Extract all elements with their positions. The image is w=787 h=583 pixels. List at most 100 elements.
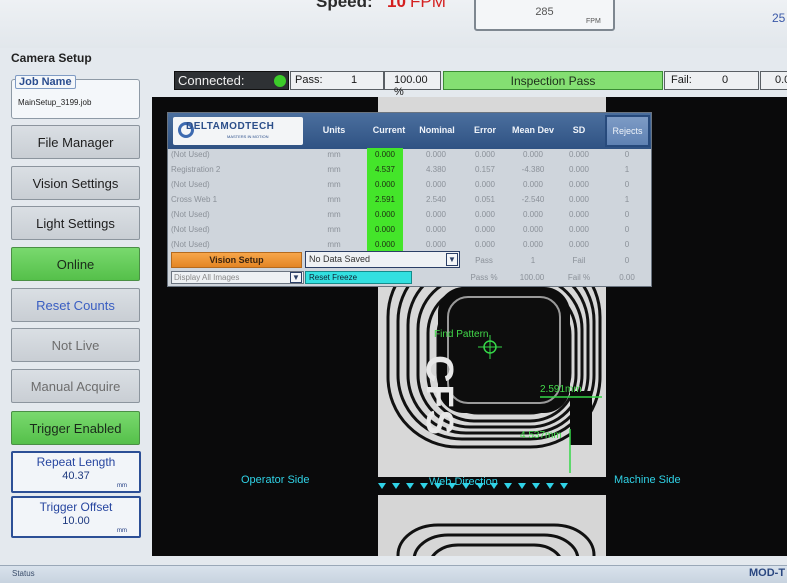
model-label: MOD-T: [749, 567, 786, 579]
row-name: Registration 2: [171, 165, 221, 174]
saved-data-value: No Data Saved: [309, 254, 371, 264]
fail-percent-box: 0.0: [760, 71, 787, 90]
row-nominal: 2.540: [425, 195, 447, 204]
not-live-button[interactable]: Not Live: [11, 328, 140, 362]
row-sd: 0.000: [568, 180, 590, 189]
speed-value: 10: [387, 0, 406, 11]
chevron-down-icon[interactable]: ▼: [290, 272, 302, 283]
camera-setup-title: Camera Setup: [11, 51, 92, 65]
registration-measurement: 4.537mm: [520, 430, 562, 441]
row-nominal: 0.000: [425, 150, 447, 159]
inspection-status-badge: Inspection Pass: [443, 71, 663, 90]
row-current: 0.000: [374, 180, 396, 189]
light-settings-button[interactable]: Light Settings: [11, 206, 140, 240]
job-file-name: MainSetup_3199.job: [18, 98, 92, 107]
table-row: Cross Web 1 mm 2.591 2.540 0.051 -2.540 …: [168, 193, 651, 208]
table-row: Registration 2 mm 4.537 4.380 0.157 -4.3…: [168, 163, 651, 178]
speed-label: Speed:: [316, 0, 373, 11]
stat-pass-pct-value: 100.00: [519, 273, 545, 282]
row-error: 0.000: [474, 225, 496, 234]
status-bar: Status MOD-T: [0, 565, 787, 583]
trigger-offset-value: 10.00: [62, 515, 90, 527]
row-error: 0.000: [474, 210, 496, 219]
display-mode-select[interactable]: Display All Images ▼: [171, 271, 304, 284]
stat-fail-pct-label: Fail %: [567, 273, 591, 282]
row-error: 0.051: [474, 195, 496, 204]
table-row: (Not Used) mm 0.000 0.000 0.000 0.000 0.…: [168, 148, 651, 163]
col-header-error: Error: [473, 125, 496, 135]
row-rejects: 1: [624, 165, 630, 174]
table-row: (Not Used) mm 0.000 0.000 0.000 0.000 0.…: [168, 178, 651, 193]
reset-freeze-button[interactable]: Reset Freeze: [305, 271, 412, 284]
col-header-rejects-box: Rejects: [605, 115, 650, 147]
connection-status: Connected:: [174, 71, 289, 90]
row-rejects: 0: [624, 225, 630, 234]
reset-counts-button[interactable]: Reset Counts: [11, 288, 140, 322]
fail-count: 0: [722, 74, 729, 86]
row-error: 0.000: [474, 150, 496, 159]
row-sd: 0.000: [568, 240, 590, 249]
inspection-status-label: Inspection Pass: [510, 74, 596, 88]
row-current: 2.591: [374, 195, 396, 204]
chevron-down-icon[interactable]: ▼: [446, 253, 458, 266]
row-sd: 0.000: [568, 225, 590, 234]
line-speed-unit: FPM: [586, 18, 601, 25]
row-mean-dev: 0.000: [522, 225, 544, 234]
vision-setup-button[interactable]: Vision Setup: [171, 252, 302, 268]
row-current: 4.537: [374, 165, 396, 174]
part-print-text: CFS: [418, 355, 460, 437]
row-units: mm: [327, 165, 341, 174]
row-units: mm: [327, 180, 341, 189]
stat-pass-value: 1: [530, 256, 536, 265]
pass-percent-box: 100.00 %: [384, 71, 441, 98]
trigger-offset-field[interactable]: Trigger Offset 10.00 mm: [11, 496, 141, 538]
saved-data-select[interactable]: No Data Saved ▼: [305, 251, 460, 268]
table-row: (Not Used) mm 0.000 0.000 0.000 0.000 0.…: [168, 223, 651, 238]
stat-pass-label: Pass: [475, 256, 493, 265]
pass-count-box: Pass: 1: [290, 71, 384, 90]
connected-label: Connected:: [178, 73, 245, 88]
row-mean-dev: 0.000: [522, 180, 544, 189]
row-name: (Not Used): [171, 210, 210, 219]
stat-fail-label: Fail: [572, 256, 586, 265]
row-mean-dev: 0.000: [522, 240, 544, 249]
row-rejects: 0: [624, 240, 630, 249]
row-rejects: 0: [624, 210, 630, 219]
row-current: 0.000: [374, 240, 396, 249]
row-current: 0.000: [374, 150, 396, 159]
row-units: mm: [327, 240, 341, 249]
cross-web-measurement: 2.591mm: [540, 384, 582, 395]
stat-pass-pct-label: Pass %: [470, 273, 498, 282]
status-label: Status: [12, 569, 35, 578]
top-right-value: 25: [772, 11, 786, 25]
delta-modtech-logo: DELTAMODTECH MASTERS IN MOTION: [173, 117, 303, 145]
row-name: (Not Used): [171, 240, 210, 249]
row-sd: 0.000: [568, 165, 590, 174]
stat-fail-pct-value: 0.00: [619, 273, 635, 282]
row-name: (Not Used): [171, 150, 210, 159]
col-header-rejects: Rejects: [612, 126, 643, 136]
measurement-panel: DELTAMODTECH MASTERS IN MOTION Units Cur…: [167, 112, 652, 287]
vision-setup-label: Vision Setup: [209, 255, 264, 265]
manual-acquire-button[interactable]: Manual Acquire: [11, 369, 140, 403]
row-error: 0.000: [474, 240, 496, 249]
row-nominal: 0.000: [425, 180, 447, 189]
row-sd: 0.000: [568, 195, 590, 204]
repeat-length-unit: mm: [117, 483, 127, 489]
online-button[interactable]: Online: [11, 247, 140, 281]
row-rejects: 1: [624, 195, 630, 204]
row-mean-dev: 0.000: [522, 150, 544, 159]
display-mode-value: Display All Images: [174, 273, 240, 282]
speed-unit: FPM: [410, 0, 446, 11]
col-header-mean-dev: Mean Dev: [511, 125, 555, 135]
repeat-length-field[interactable]: Repeat Length 40.37 mm: [11, 451, 141, 493]
pass-count: 1: [351, 74, 358, 86]
vision-settings-button[interactable]: Vision Settings: [11, 166, 140, 200]
file-manager-button[interactable]: File Manager: [11, 125, 140, 159]
row-error: 0.000: [474, 180, 496, 189]
trigger-enabled-button[interactable]: Trigger Enabled: [11, 411, 140, 445]
operator-side-label: Operator Side: [241, 474, 310, 486]
find-pattern-label: Find Pattern: [434, 329, 489, 340]
job-name-label: Job Name: [15, 75, 76, 89]
repeat-length-value: 40.37: [62, 470, 90, 482]
